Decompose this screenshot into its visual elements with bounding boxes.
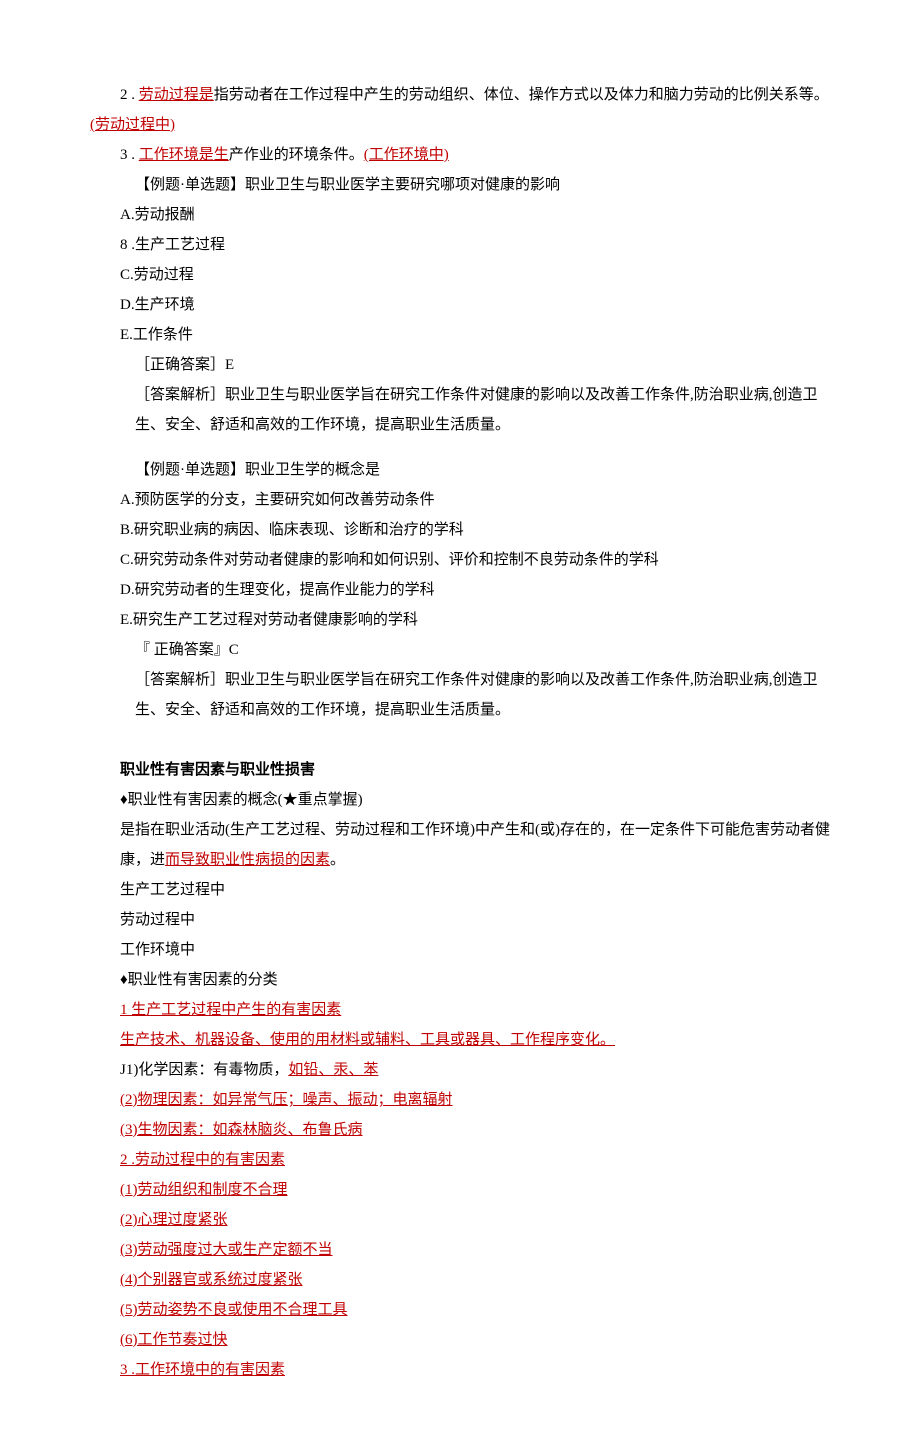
h2b-text: (2)心理过度紧张	[120, 1212, 228, 1228]
h3-text: .工作环境中的有害因素	[128, 1362, 286, 1378]
h2f: (6)工作节奏过快	[90, 1325, 830, 1355]
h1b-text: (2)物理因素：如异常气压；噪声、振动；电离辐射	[120, 1092, 453, 1108]
q1-analysis: ［答案解析］职业卫生与职业医学旨在研究工作条件对健康的影响以及改善工作条件,防治…	[90, 380, 830, 440]
concept-title: ♦职业性有害因素的概念(★重点掌握)	[90, 785, 830, 815]
list-item-3: 工作环境中	[90, 935, 830, 965]
h3: 3 .工作环境中的有害因素	[90, 1355, 830, 1385]
h2c: (3)劳动强度过大或生产定额不当	[90, 1235, 830, 1265]
red-term: 劳动过程是	[139, 87, 214, 103]
para-work-env: 3 . 工作环境是生产作业的环境条件。(工作环境中)	[90, 140, 830, 170]
h2-pre: 2	[120, 1152, 128, 1168]
def-end: 。	[330, 852, 345, 868]
def-red: 而导致职业性病损的因素	[165, 852, 330, 868]
q1-opt-d: D.生产环境	[90, 290, 830, 320]
h2d-text: (4)个别器官或系统过度紧张	[120, 1272, 303, 1288]
h2b: (2)心理过度紧张	[90, 1205, 830, 1235]
prefix: 2 .	[120, 87, 135, 103]
q2-opt-c: C.研究劳动条件对劳动者健康的影响和如何识别、评价和控制不良劳动条件的学科	[90, 545, 830, 575]
h2e: (5)劳动姿势不良或使用不合理工具	[90, 1295, 830, 1325]
h2: 2 .劳动过程中的有害因素	[90, 1145, 830, 1175]
q2-analysis: ［答案解析］职业卫生与职业医学旨在研究工作条件对健康的影响以及改善工作条件,防治…	[90, 665, 830, 725]
q1-opt-c: C.劳动过程	[90, 260, 830, 290]
h1a-red: 如铅、汞、苯	[288, 1062, 378, 1078]
h2-text: .劳动过程中的有害因素	[128, 1152, 286, 1168]
rest-text: 产作业的环境条件。	[229, 147, 364, 163]
h1a-pre: J1)化学因素：有毒物质，	[120, 1062, 288, 1078]
q1-opt-e: E.工作条件	[90, 320, 830, 350]
q2-answer: 『 正确答案』C	[90, 635, 830, 665]
h1a: J1)化学因素：有毒物质，如铅、汞、苯	[90, 1055, 830, 1085]
q2-opt-b: B.研究职业病的病因、临床表现、诊断和治疗的学科	[90, 515, 830, 545]
h1c-text: (3)生物因素：如森林脑炎、布鲁氏病	[120, 1122, 363, 1138]
h1b: (2)物理因素：如异常气压；噪声、振动；电离辐射	[90, 1085, 830, 1115]
rest-text: 指劳动者在工作过程中产生的劳动组织、体位、操作方式以及体力和脑力劳动的比例关系等…	[214, 87, 829, 103]
h1c: (3)生物因素：如森林脑炎、布鲁氏病	[90, 1115, 830, 1145]
red-term-a: 工作环境是生	[139, 147, 229, 163]
list-item-1: 生产工艺过程中	[90, 875, 830, 905]
h2a-text: (1)劳动组织和制度不合理	[120, 1182, 288, 1198]
h1-sub: 生产技术、机器设备、使用的用材料或辅料、工具或器具、工作程序变化。	[90, 1025, 830, 1055]
h1-text: 1 生产工艺过程中产生的有害因素	[120, 1002, 341, 1018]
definition: 是指在职业活动(生产工艺过程、劳动过程和工作环境)中产生和(或)存在的，在一定条…	[90, 815, 830, 875]
h2d: (4)个别器官或系统过度紧张	[90, 1265, 830, 1295]
q1-title: 【例题·单选题】职业卫生与职业医学主要研究哪项对健康的影响	[90, 170, 830, 200]
red-term-b: (工作环境中)	[364, 147, 449, 163]
prefix: 3 .	[120, 147, 135, 163]
q1-opt-b: 8 .生产工艺过程	[90, 230, 830, 260]
h3-pre: 3	[120, 1362, 128, 1378]
h1: 1 生产工艺过程中产生的有害因素	[90, 995, 830, 1025]
para-labor-process-note: (劳动过程中)	[90, 110, 830, 140]
h1-sub-text: 生产技术、机器设备、使用的用材料或辅料、工具或器具、工作程序变化。	[120, 1032, 615, 1048]
para-labor-process: 2 . 劳动过程是指劳动者在工作过程中产生的劳动组织、体位、操作方式以及体力和脑…	[90, 80, 830, 110]
h2c-text: (3)劳动强度过大或生产定额不当	[120, 1242, 333, 1258]
classify-title: ♦职业性有害因素的分类	[90, 965, 830, 995]
q2-opt-e: E.研究生产工艺过程对劳动者健康影响的学科	[90, 605, 830, 635]
section-title: 职业性有害因素与职业性损害	[90, 755, 830, 785]
q2-title: 【例题·单选题】职业卫生学的概念是	[90, 455, 830, 485]
h2f-text: (6)工作节奏过快	[120, 1332, 228, 1348]
q2-opt-d: D.研究劳动者的生理变化，提高作业能力的学科	[90, 575, 830, 605]
q1-opt-a: A.劳动报酬	[90, 200, 830, 230]
list-item-2: 劳动过程中	[90, 905, 830, 935]
q1-answer: ［正确答案］E	[90, 350, 830, 380]
q2-opt-a: A.预防医学的分支，主要研究如何改善劳动条件	[90, 485, 830, 515]
h2a: (1)劳动组织和制度不合理	[90, 1175, 830, 1205]
note: (劳动过程中)	[90, 117, 175, 133]
h2e-text: (5)劳动姿势不良或使用不合理工具	[120, 1302, 348, 1318]
